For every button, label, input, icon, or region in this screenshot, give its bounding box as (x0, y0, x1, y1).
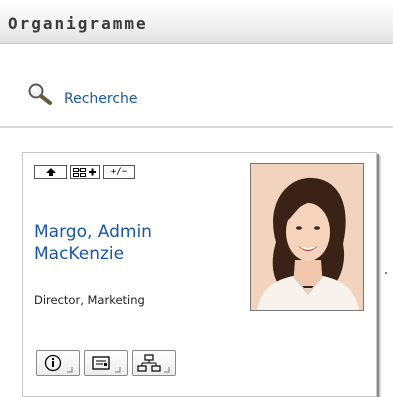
org-chart-icon[interactable] (132, 350, 176, 376)
arrow-up-icon[interactable] (34, 165, 67, 179)
magnifier-icon[interactable] (27, 82, 57, 108)
card-toolbar: +/− (34, 165, 135, 179)
page-title: Organigramme (8, 14, 148, 33)
job-title: Director, Marketing (34, 293, 145, 307)
person-photo (250, 163, 364, 311)
person-name[interactable]: Margo, Admin MacKenzie (34, 221, 224, 265)
org-card: +/− Margo, Admin MacKenzie Director, Mar… (22, 152, 377, 397)
search-panel: Recherche (0, 44, 393, 128)
page-header: Organigramme (0, 0, 393, 44)
org-tree-add-icon[interactable] (70, 165, 100, 179)
card-actions (36, 350, 176, 376)
search-link[interactable]: Recherche (64, 91, 138, 107)
divider-dot (385, 272, 387, 274)
card-icon[interactable] (84, 350, 128, 376)
info-icon[interactable] (36, 350, 80, 376)
toggle-button[interactable]: +/− (103, 165, 135, 179)
